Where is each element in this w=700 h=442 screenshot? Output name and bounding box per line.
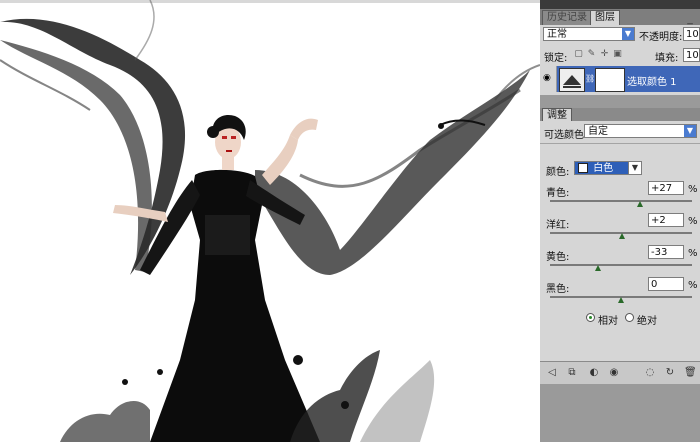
lock-position-icon[interactable]: ✛ [600,50,609,59]
panel-tabs: 历史记录 图层 ≡ [540,9,700,31]
relative-radio[interactable] [586,313,595,322]
layer-thumbnail-icon [559,68,585,92]
lock-label: 锁定: [544,53,568,64]
preset-dropdown[interactable]: 自定 ▼ [584,124,697,138]
magenta-value-field[interactable]: +2 [648,213,684,227]
fill-label: 填充: [655,53,679,64]
tab-layers[interactable]: 图层 [590,10,620,25]
adjustments-panel: 可选颜色 自定 ▼ 颜色: 白色 ▼ 青色: +27 % 洋红: +2 % 黄色… [540,121,700,361]
layer-row-selective-color[interactable]: ◉ ⛓ 选取颜色 1 [540,66,700,92]
previous-state-icon[interactable]: ◌ [644,367,656,379]
adjustments-bottom-bar: ◁ ⧉ ◐ ◉ ◌ ↻ 🗑 [540,361,700,384]
fill-field[interactable]: 100% [683,48,700,62]
color-label: 颜色: [546,167,570,178]
lock-pixels-icon[interactable]: ✎ [587,50,596,59]
cyan-slider-handle[interactable] [637,201,644,207]
cyan-label: 青色: [546,188,570,199]
opacity-label: 不透明度: [639,32,683,43]
preset-value: 自定 [588,126,608,137]
cyan-value-field[interactable]: +27 [648,181,684,195]
adjustment-title: 可选颜色 [544,130,584,141]
reset-icon[interactable]: ↻ [664,367,676,379]
absolute-label: 绝对 [637,316,657,327]
clip-layer-icon[interactable]: ◐ [588,367,600,379]
visibility-icon[interactable]: ◉ [608,367,620,379]
visibility-toggle[interactable]: ◉ [540,66,557,92]
color-dropdown[interactable]: 白色 ▼ [574,161,642,175]
adjustments-tab-bar: 调整 [540,108,700,122]
cyan-slider-track[interactable] [550,200,692,202]
black-value-field[interactable]: 0 [648,277,684,291]
back-arrow-icon[interactable]: ◁ [546,367,558,379]
magenta-slider-handle[interactable] [619,233,626,239]
artwork-image [0,0,540,442]
blend-mode-dropdown[interactable]: 正常 ▼ [543,27,635,41]
magenta-unit: % [688,216,698,227]
opacity-field[interactable]: 100% [683,27,700,41]
chevron-down-icon: ▼ [622,28,634,40]
layer-name: 选取颜色 1 [627,77,677,88]
black-label: 黑色: [546,284,570,295]
color-value: 白色 [593,163,614,174]
delete-icon[interactable]: 🗑 [684,367,697,379]
tab-adjustments[interactable]: 调整 [542,108,572,122]
lock-all-icon[interactable]: ▣ [613,50,622,59]
chevron-down-icon: ▼ [628,162,641,174]
lock-transparency-icon[interactable]: ▢ [574,50,583,59]
yellow-slider-track[interactable] [550,264,692,266]
yellow-unit: % [688,248,698,259]
black-slider-handle[interactable] [618,297,624,303]
tab-history[interactable]: 历史记录 [542,10,592,25]
relative-label: 相对 [598,316,618,327]
yellow-label: 黄色: [546,252,570,263]
cyan-unit: % [688,184,698,195]
document-canvas[interactable] [0,0,540,442]
expand-view-icon[interactable]: ⧉ [566,367,578,379]
visibility-eye-icon: ◉ [543,73,551,83]
yellow-value-field[interactable]: -33 [648,245,684,259]
color-swatch [578,163,588,173]
absolute-radio[interactable] [625,313,634,322]
layers-panel: 正常 ▼ 不透明度: 100% 锁定: ▢ ✎ ✛ ▣ 填充: 100% ◉ ⛓… [540,25,700,95]
panel-empty-area [540,384,700,442]
black-unit: % [688,280,698,291]
blend-mode-value: 正常 [547,29,567,40]
chain-link-icon: ⛓ [585,74,596,83]
chevron-down-icon: ▼ [684,125,696,137]
side-panel: 历史记录 图层 ≡ 正常 ▼ 不透明度: 100% 锁定: ▢ ✎ ✛ ▣ 填充… [540,0,700,442]
magenta-label: 洋红: [546,220,570,231]
yellow-slider-handle[interactable] [594,265,601,271]
divider [540,143,700,144]
mask-thumbnail-icon [595,68,625,92]
